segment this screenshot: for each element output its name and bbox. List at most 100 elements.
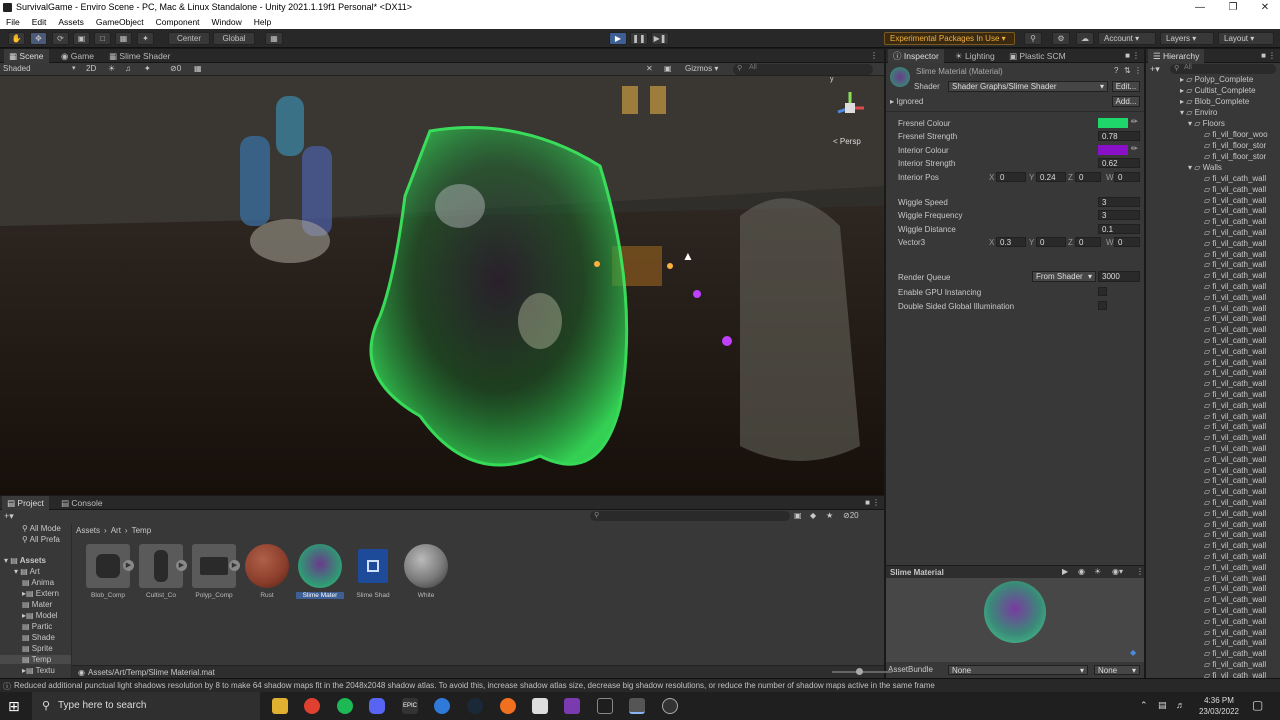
- project-add-button[interactable]: +▾: [4, 511, 14, 522]
- taskbar-search-box[interactable]: ⚲ Type here to search: [32, 692, 260, 720]
- hierarchy-item[interactable]: ▱ fi_vil_cath_wall: [1204, 228, 1266, 237]
- scene-search-input[interactable]: All: [733, 64, 873, 75]
- hierarchy-search-input[interactable]: All: [1170, 64, 1276, 74]
- component-menu-icon[interactable]: ⋮: [1134, 66, 1142, 75]
- tree-item-selected[interactable]: ▤ Temp: [0, 655, 71, 664]
- close-button[interactable]: ✕: [1250, 0, 1280, 15]
- experimental-packages-dropdown[interactable]: Experimental Packages In Use ▾: [884, 32, 1015, 45]
- grid-toggle-icon[interactable]: ▦: [194, 64, 202, 73]
- hierarchy-item[interactable]: ▱ fi_vil_cath_wall: [1204, 606, 1266, 615]
- asset-tile[interactable]: Rust: [243, 544, 291, 599]
- hidden-packages-icon[interactable]: ⊘20: [843, 511, 859, 520]
- hierarchy-item[interactable]: ▱ fi_vil_floor_stor: [1204, 141, 1266, 150]
- gpu-instancing-checkbox[interactable]: [1098, 287, 1107, 296]
- hierarchy-item[interactable]: ▱ fi_vil_cath_wall: [1204, 174, 1266, 183]
- persp-label[interactable]: < Persp: [833, 137, 861, 146]
- tree-favorite[interactable]: ⚲ All Prefa: [22, 535, 60, 544]
- layout-dropdown[interactable]: Layout ▾: [1218, 32, 1274, 45]
- vector3-z[interactable]: 0: [1075, 237, 1101, 247]
- search-icon[interactable]: ⚲: [1024, 32, 1042, 45]
- discord-icon[interactable]: [369, 698, 385, 714]
- pivot-center-toggle[interactable]: Center: [168, 32, 210, 45]
- hierarchy-item[interactable]: ▱ fi_vil_cath_wall: [1204, 617, 1266, 626]
- fresnel-strength-field[interactable]: 0.78: [1098, 131, 1140, 141]
- rotate-tool-icon[interactable]: ⟳: [52, 32, 69, 45]
- hierarchy-item[interactable]: ▱ fi_vil_cath_wall: [1204, 390, 1266, 399]
- search-by-label-icon[interactable]: ◆: [810, 511, 816, 520]
- pivot-global-toggle[interactable]: Global: [213, 32, 255, 45]
- hierarchy-item[interactable]: ▱ fi_vil_cath_wall: [1204, 250, 1266, 259]
- hidden-objects-toggle[interactable]: ⊘0: [170, 64, 181, 73]
- hierarchy-item[interactable]: ▱ fi_vil_cath_wall: [1204, 595, 1266, 604]
- lock-icon[interactable]: ■: [1125, 51, 1130, 60]
- tree-item[interactable]: ▤ Partic: [22, 622, 52, 631]
- hierarchy-item[interactable]: ▸ ▱ Polyp_Complete: [1180, 75, 1253, 84]
- asset-tile[interactable]: Polyp_Comp: [190, 544, 238, 599]
- hierarchy-item[interactable]: ▱ fi_vil_cath_wall: [1204, 628, 1266, 637]
- eyedropper-icon[interactable]: ✏: [1131, 144, 1138, 153]
- hierarchy-item[interactable]: ▾ ▱ Enviro: [1180, 108, 1217, 117]
- eyedropper-icon[interactable]: ✏: [1131, 117, 1138, 126]
- double-sided-checkbox[interactable]: [1098, 301, 1107, 310]
- interior-colour-swatch[interactable]: [1098, 145, 1128, 155]
- wiggle-distance-field[interactable]: 0.1: [1098, 224, 1140, 234]
- hierarchy-item[interactable]: ▱ fi_vil_cath_wall: [1204, 185, 1266, 194]
- inspector-menu-icon[interactable]: ⋮: [1132, 51, 1140, 60]
- tool-app-icon[interactable]: [434, 698, 450, 714]
- prefab-expand-icon[interactable]: ▶: [176, 560, 187, 571]
- asset-tile-selected[interactable]: Slime Mater: [296, 544, 344, 599]
- ignored-foldout[interactable]: ▸ Ignored: [890, 97, 923, 106]
- account-dropdown[interactable]: Account ▾: [1098, 32, 1156, 45]
- hierarchy-item[interactable]: ▱ fi_vil_cath_wall: [1204, 638, 1266, 647]
- hierarchy-item[interactable]: ▱ fi_vil_floor_woo: [1204, 130, 1268, 139]
- hierarchy-item[interactable]: ▱ fi_vil_cath_wall: [1204, 671, 1266, 678]
- hierarchy-item[interactable]: ▱ fi_vil_cath_wall: [1204, 282, 1266, 291]
- shader-edit-button[interactable]: Edit...: [1112, 81, 1140, 92]
- hierarchy-item[interactable]: ▱ fi_vil_cath_wall: [1204, 552, 1266, 561]
- tab-scene[interactable]: ▦ Scene: [4, 49, 49, 63]
- hierarchy-item[interactable]: ▱ fi_vil_cath_wall: [1204, 660, 1266, 669]
- transform-tool-icon[interactable]: ▦: [115, 32, 132, 45]
- hierarchy-item[interactable]: ▱ fi_vil_cath_wall: [1204, 487, 1266, 496]
- hierarchy-item[interactable]: ▱ fi_vil_cath_wall: [1204, 401, 1266, 410]
- hierarchy-item[interactable]: ▱ fi_vil_cath_wall: [1204, 217, 1266, 226]
- hierarchy-item[interactable]: ▱ fi_vil_cath_wall: [1204, 206, 1266, 215]
- hierarchy-item[interactable]: ▱ fi_vil_cath_wall: [1204, 412, 1266, 421]
- project-lock-icon[interactable]: ■: [865, 498, 870, 507]
- hierarchy-item[interactable]: ▱ fi_vil_cath_wall: [1204, 304, 1266, 313]
- shader-dropdown[interactable]: Shader Graphs/Slime Shader ▾: [948, 81, 1108, 92]
- preset-icon[interactable]: ⇅: [1124, 66, 1131, 75]
- unity-editor-icon[interactable]: [629, 698, 645, 714]
- tree-item[interactable]: ▤ Anima: [22, 578, 54, 587]
- interior-strength-field[interactable]: 0.62: [1098, 158, 1140, 168]
- hierarchy-item[interactable]: ▱ fi_vil_cath_wall: [1204, 498, 1266, 507]
- render-queue-field[interactable]: 3000: [1098, 271, 1140, 282]
- hierarchy-item[interactable]: ▱ fi_vil_cath_wall: [1204, 422, 1266, 431]
- assetbundle-dropdown[interactable]: None ▾: [948, 665, 1088, 675]
- render-queue-mode-dropdown[interactable]: From Shader ▾: [1032, 271, 1096, 282]
- tab-hierarchy[interactable]: ☰ Hierarchy: [1148, 49, 1205, 63]
- hierarchy-item[interactable]: ▱ fi_vil_cath_wall: [1204, 574, 1266, 583]
- hierarchy-item[interactable]: ▱ fi_vil_cath_wall: [1204, 368, 1266, 377]
- hierarchy-item[interactable]: ▱ fi_vil_cath_wall: [1204, 520, 1266, 529]
- hierarchy-item[interactable]: ▾ ▱ Floors: [1188, 119, 1225, 128]
- asset-tile[interactable]: Cultist_Co: [137, 544, 185, 599]
- tab-inspector[interactable]: ⓘ Inspector: [888, 49, 944, 63]
- wiggle-speed-field[interactable]: 3: [1098, 197, 1140, 207]
- slider-thumb[interactable]: [856, 668, 863, 675]
- volume-icon[interactable]: ♬: [1176, 700, 1185, 710]
- tab-plastic-scm[interactable]: ▣ Plastic SCM: [1004, 49, 1071, 63]
- menu-edit[interactable]: Edit: [32, 17, 47, 27]
- hierarchy-item[interactable]: ▱ fi_vil_cath_wall: [1204, 509, 1266, 518]
- save-search-icon[interactable]: ★: [826, 511, 833, 520]
- hierarchy-item[interactable]: ▱ fi_vil_cath_wall: [1204, 455, 1266, 464]
- hierarchy-item[interactable]: ▱ fi_vil_cath_wall: [1204, 325, 1266, 334]
- help-icon[interactable]: ?: [1114, 66, 1118, 75]
- search-by-type-icon[interactable]: ▣: [794, 511, 802, 520]
- hierarchy-item[interactable]: ▱ fi_vil_cath_wall: [1204, 293, 1266, 302]
- hierarchy-item[interactable]: ▱ fi_vil_cath_wall: [1204, 433, 1266, 442]
- fresnel-colour-swatch[interactable]: [1098, 118, 1128, 128]
- shading-mode-dropdown[interactable]: Shaded: [3, 64, 31, 73]
- project-menu-icon[interactable]: ⋮: [872, 498, 880, 507]
- custom-tool-icon[interactable]: ✦: [137, 32, 154, 45]
